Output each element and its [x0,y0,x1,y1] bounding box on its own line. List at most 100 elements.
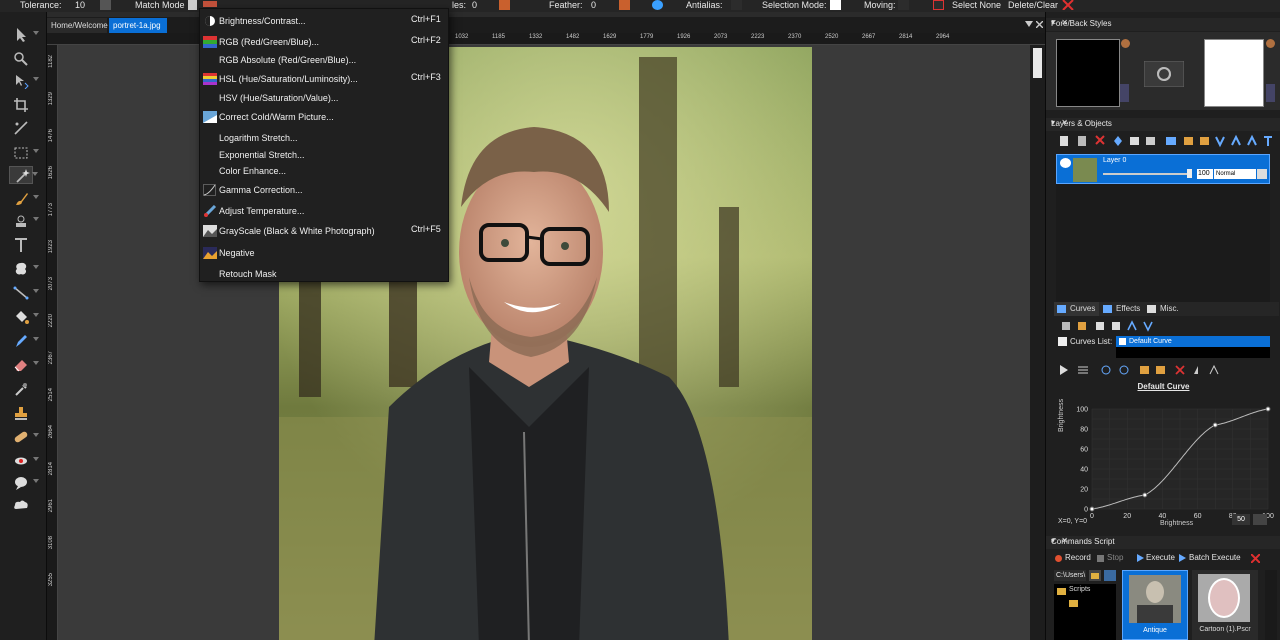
record-button[interactable]: Record [1065,553,1091,562]
straighten-tool[interactable] [9,119,33,137]
visibility-eye-icon[interactable] [1060,158,1071,168]
menu-item-rgb-absolute[interactable]: RGB Absolute (Red/Green/Blue)... [200,52,448,70]
eyedropper-tool[interactable] [9,380,33,398]
bandage-tool[interactable] [9,428,39,446]
menu-item-negative[interactable]: Negative [200,245,448,263]
tab-portret[interactable]: portret-1a.jpg [109,18,167,33]
folder-scripts[interactable]: Scripts [1069,586,1090,593]
fill-tool[interactable] [9,308,39,326]
curves-list-checkbox[interactable] [1058,337,1067,346]
curves-list[interactable]: Default Curve [1116,336,1270,358]
script-folder-tree[interactable]: Scripts [1054,584,1116,640]
select-none-icon[interactable] [933,0,944,10]
ruler-left-label: 1329 [48,92,54,106]
cloud-folder-button[interactable] [1104,570,1116,581]
scrollbar-thumb[interactable] [1033,48,1042,78]
curve-control-point[interactable] [1089,506,1095,512]
commands-panel-controls[interactable]: ▾ ✕ [1051,536,1276,545]
opacity-slider-handle[interactable] [1187,169,1192,178]
clone-tool[interactable] [9,212,39,230]
batch-execute-button[interactable]: Batch Execute [1189,553,1241,562]
curve-control-point[interactable] [1265,406,1271,412]
fore-style-icon[interactable] [1121,39,1130,48]
menu-item-hsl[interactable]: HSL (Hue/Saturation/Luminosity)... Ctrl+… [200,71,448,89]
menu-item-cold-warm[interactable]: Correct Cold/Warm Picture... [200,109,448,127]
background-swatch[interactable] [1204,39,1264,107]
curve-control-point[interactable] [1212,422,1218,428]
pen-tool[interactable] [9,332,39,350]
vertical-scrollbar[interactable] [1030,45,1045,640]
execute-button[interactable]: Execute [1146,553,1175,562]
partial-spin-icon[interactable] [499,0,510,10]
curve-x-tick: 60 [1194,513,1202,520]
menu-item-hsv[interactable]: HSV (Hue/Saturation/Value)... [200,90,448,108]
stop-button[interactable]: Stop [1107,553,1123,562]
curves-list-item[interactable]: Default Curve [1116,336,1270,347]
script-thumb-cartoon[interactable]: Cartoon (1).Pscr [1192,570,1258,640]
crop-tool[interactable] [9,96,33,114]
script-path-input[interactable]: C:\Users\ [1054,570,1086,581]
delete-x-icon[interactable] [1062,0,1074,10]
menu-item-temperature[interactable]: Adjust Temperature... [200,203,448,221]
back-arrows-icon[interactable] [1266,84,1275,102]
magic-wand-tool[interactable] [9,166,38,184]
cloud-tool[interactable] [9,496,33,514]
text-tool[interactable] [9,236,33,254]
feather-spin-icon[interactable] [619,0,630,10]
selection-mode-icon[interactable] [830,0,841,10]
fore-arrows-icon[interactable] [1120,84,1129,102]
feather-input[interactable]: 0 [591,0,596,11]
select-none-button[interactable]: Select None [952,0,1001,11]
rect-select-tool[interactable] [9,144,39,162]
smudge-tool[interactable] [9,474,39,492]
menu-item-gamma[interactable]: Gamma Correction... [200,182,448,200]
commands-delete-icon[interactable] [1251,554,1260,563]
panel-controls[interactable]: ▾ ✕ [1051,18,1276,27]
curve-control-point[interactable] [1142,492,1148,498]
layers-panel-controls[interactable]: ▾ ✕ [1051,118,1276,127]
layer-row[interactable]: Layer 0 100 Normal [1056,154,1270,184]
curve-graph[interactable]: Brightness 100806040200 020406080100 Bri… [1054,392,1279,530]
opacity-slider[interactable] [1103,173,1191,175]
layer-name[interactable]: Layer 0 [1103,157,1126,164]
tolerance-spin-icon[interactable] [100,0,111,10]
commands-scrollbar[interactable] [1265,570,1277,640]
menu-item-logarithm[interactable]: Logarithm Stretch... [200,130,448,148]
blend-mode-select[interactable]: Normal [1214,169,1256,179]
menu-item-color-enhance[interactable]: Color Enhance... [200,163,448,181]
script-thumb-antique[interactable]: Antique [1122,570,1188,640]
brush-tool[interactable] [9,190,39,208]
opacity-input[interactable]: 100 [1197,169,1213,179]
antialias-icon[interactable] [731,0,742,10]
shapes-icon [15,262,27,275]
delete-clear-button[interactable]: Delete/Clear [1008,0,1058,11]
blend-mode-dropdown-icon[interactable] [1257,169,1267,179]
match-mode-checkbox[interactable] [188,0,197,10]
menu-item-brightness-contrast[interactable]: Brightness/Contrast... Ctrl+F1 [200,13,448,31]
feather-shape-icon[interactable] [652,0,663,10]
menu-item-grayscale[interactable]: GrayScale (Black & White Photograph) Ctr… [200,223,448,241]
move-cross-icon[interactable] [898,0,909,10]
back-style-icon[interactable] [1266,39,1275,48]
menu-item-retouch-mask[interactable]: Retouch Mask [200,266,448,284]
swap-colors-icon[interactable] [1144,61,1184,87]
pointer-tool[interactable] [9,26,39,44]
line-tool[interactable] [9,284,39,302]
eraser-tool[interactable] [9,356,39,374]
move-tool[interactable] [9,72,39,90]
browse-folder-button[interactable] [1089,570,1101,581]
stamp-tool[interactable] [9,404,33,422]
menu-item-auto-balance[interactable] [200,1,448,11]
menu-item-rgb[interactable]: RGB (Red/Green/Blue)... Ctrl+F2 [200,34,448,52]
tabs-dropdown-icon[interactable] [1025,21,1033,27]
tab-home-welcome[interactable]: Home/Welcome [47,18,108,33]
curve-value-input[interactable]: 50 [1232,514,1250,525]
shape-tool[interactable] [9,260,39,278]
close-tab-icon[interactable] [1036,21,1043,28]
tolerance-input[interactable]: 10 [75,0,85,11]
zoom-tool[interactable] [9,50,33,68]
curve-value-button[interactable] [1253,514,1267,525]
foreground-swatch[interactable] [1056,39,1120,107]
red-eye-tool[interactable] [9,452,39,470]
partial-input[interactable]: 0 [472,0,477,11]
